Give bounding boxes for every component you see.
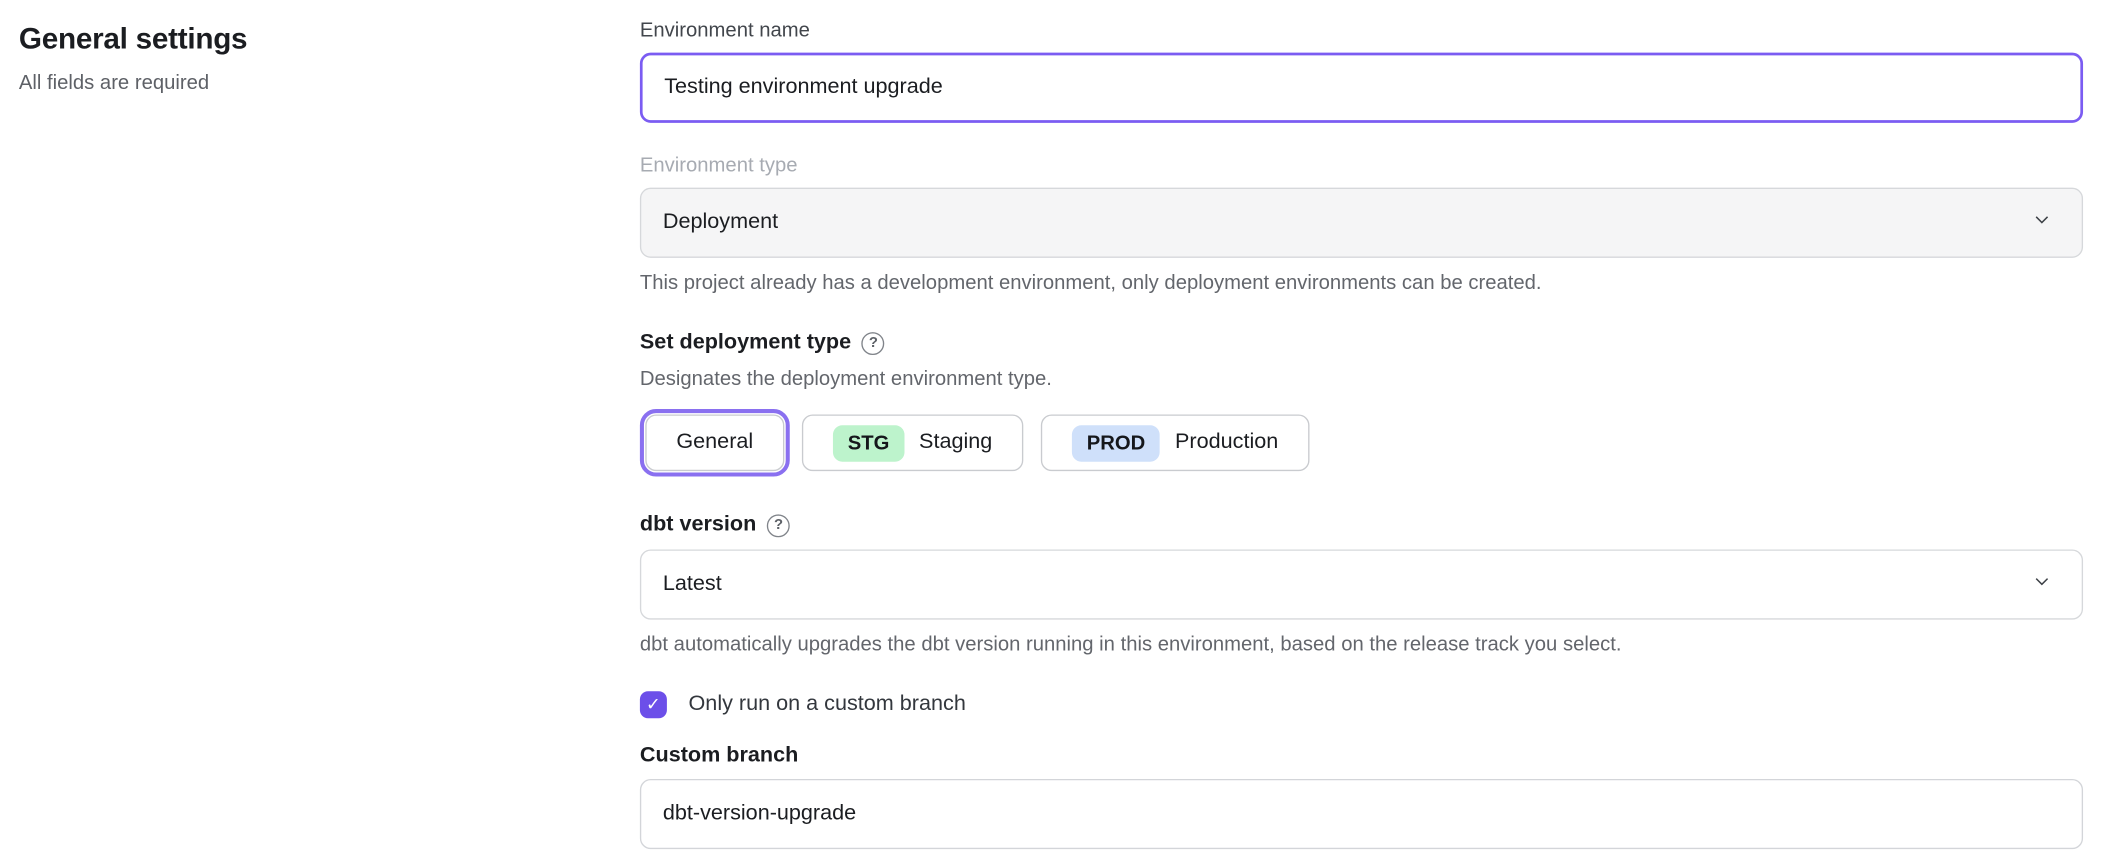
settings-layout: General settings All fields are required… xyxy=(0,0,2116,849)
chevron-down-icon xyxy=(2032,571,2052,598)
environment-type-value: Deployment xyxy=(663,211,778,235)
dbt-version-label-row: dbt version ? xyxy=(640,513,2083,537)
custom-branch-toggle-row: ✓ Only run on a custom branch xyxy=(640,691,2083,718)
deployment-type-option-general[interactable]: General xyxy=(645,414,784,471)
deployment-type-label: Set deployment type xyxy=(640,331,851,355)
field-deployment-type: Set deployment type ? Designates the dep… xyxy=(640,331,2083,477)
dbt-version-select[interactable]: Latest xyxy=(640,549,2083,619)
field-dbt-version: dbt version ? Latest dbt automatically u… xyxy=(640,513,2083,656)
section-header: General settings All fields are required xyxy=(19,16,640,849)
page-title: General settings xyxy=(19,22,640,57)
environment-type-label: Environment type xyxy=(640,154,2083,177)
deployment-type-option-general-label: General xyxy=(676,431,753,455)
environment-type-select: Deployment xyxy=(640,188,2083,258)
help-icon[interactable]: ? xyxy=(767,514,790,537)
settings-page: General settings All fields are required… xyxy=(0,0,2116,864)
environment-type-helper: This project already has a development e… xyxy=(640,271,2083,294)
environment-name-input[interactable] xyxy=(640,53,2083,123)
dbt-version-helper: dbt automatically upgrades the dbt versi… xyxy=(640,633,2083,656)
chevron-down-icon xyxy=(2032,209,2052,236)
check-icon: ✓ xyxy=(646,694,661,716)
staging-badge: STG xyxy=(833,425,904,461)
field-environment-type: Environment type Deployment This project… xyxy=(640,154,2083,294)
custom-branch-checkbox[interactable]: ✓ xyxy=(640,691,667,718)
deployment-type-description: Designates the deployment environment ty… xyxy=(640,367,2083,390)
deployment-type-option-staging[interactable]: STG Staging xyxy=(802,414,1024,471)
deployment-type-options: General STG Staging PROD Production xyxy=(640,409,2083,477)
page-subtitle: All fields are required xyxy=(19,72,640,95)
production-badge: PROD xyxy=(1072,425,1160,461)
deployment-type-label-row: Set deployment type ? xyxy=(640,331,2083,355)
help-icon[interactable]: ? xyxy=(862,331,885,354)
environment-settings-form: Environment name Environment type Deploy… xyxy=(640,16,2083,849)
custom-branch-toggle-label[interactable]: Only run on a custom branch xyxy=(689,693,966,717)
deployment-type-option-production[interactable]: PROD Production xyxy=(1041,414,1309,471)
environment-name-label: Environment name xyxy=(640,19,2083,42)
field-environment-name: Environment name xyxy=(640,19,2083,123)
field-custom-branch: Custom branch xyxy=(640,744,2083,849)
custom-branch-label: Custom branch xyxy=(640,744,2083,768)
custom-branch-input[interactable] xyxy=(640,779,2083,849)
dbt-version-label: dbt version xyxy=(640,513,756,537)
deployment-type-option-staging-label: Staging xyxy=(919,431,992,455)
deployment-type-option-production-label: Production xyxy=(1175,431,1278,455)
dbt-version-value: Latest xyxy=(663,572,722,596)
